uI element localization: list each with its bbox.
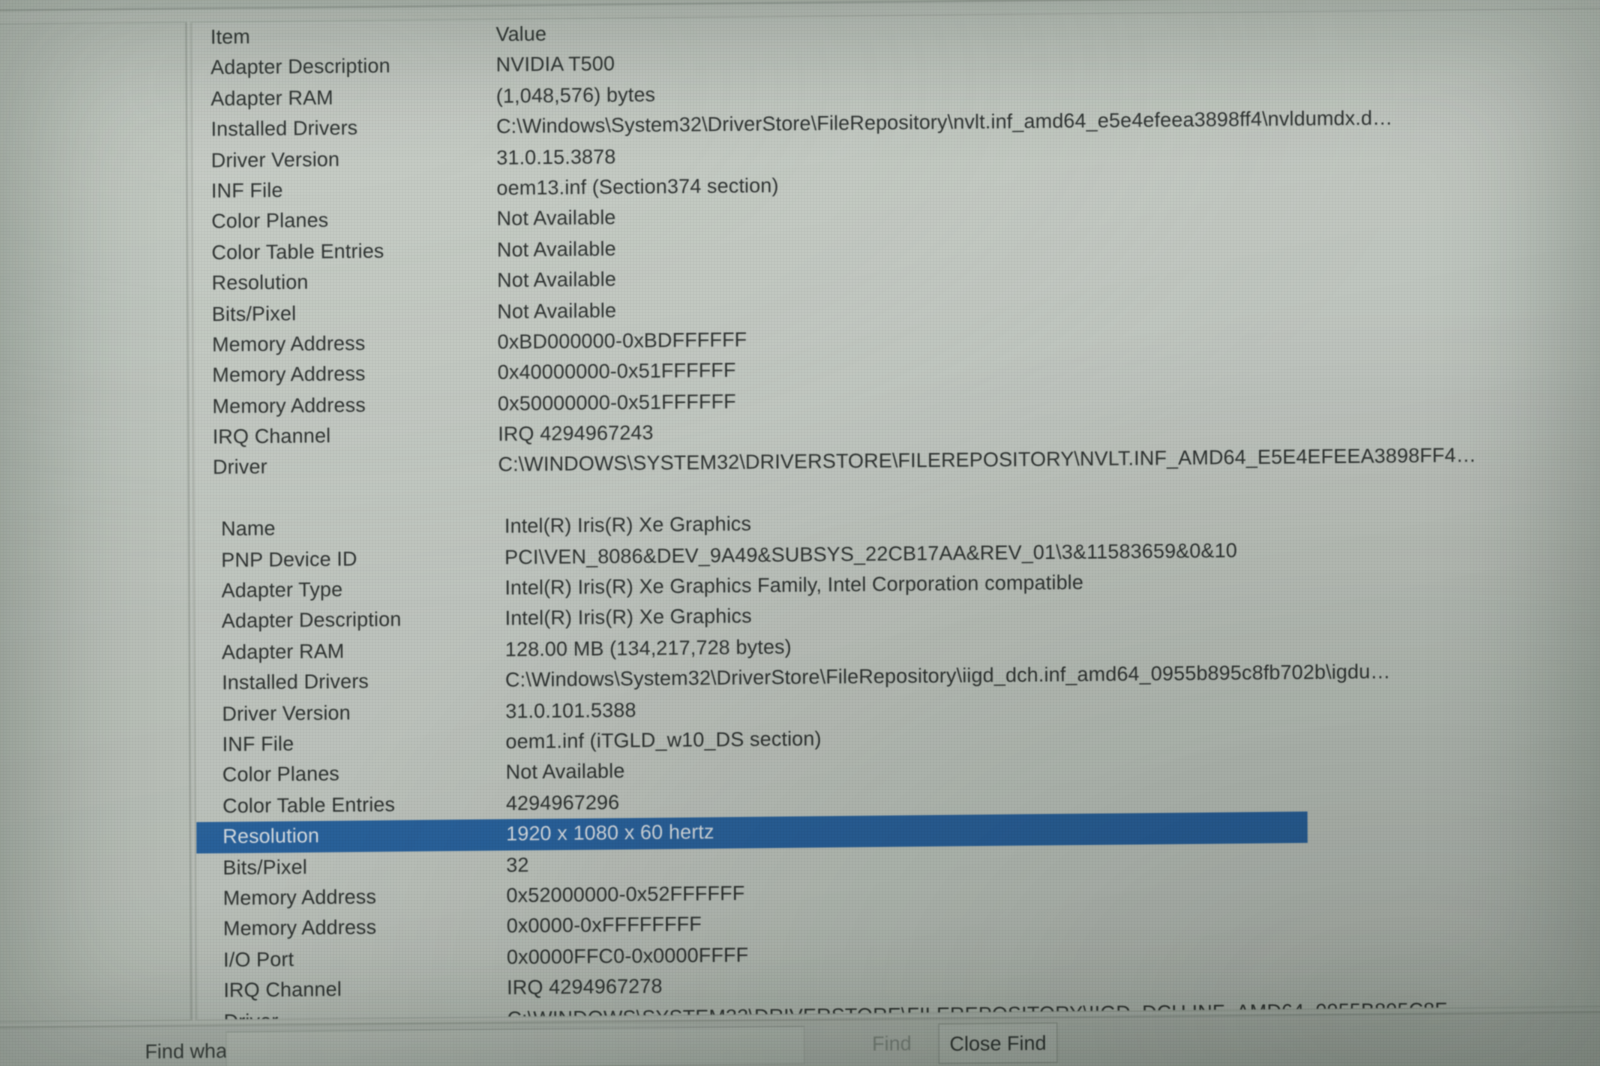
row-item-value: oem1.inf (iTGLD_w10_DS section) (505, 728, 822, 754)
row-item-label: Memory Address (212, 394, 366, 418)
row-item-label: Adapter Description (221, 609, 402, 634)
row-item-label: Adapter RAM (221, 640, 345, 664)
row-item-label: Driver Version (211, 148, 340, 172)
row-item-label: INF File (211, 179, 283, 203)
column-header-value: Value (495, 23, 547, 47)
row-item-value: Not Available (505, 760, 625, 785)
component-block-1: Item Value Adapter Description NVIDIA T500 A… (192, 9, 1600, 484)
row-item-value: Not Available (497, 268, 617, 293)
row-item-value: (1,048,576) bytes (496, 83, 656, 108)
row-item-value: 128.00 MB (134,217,728 bytes) (505, 636, 792, 662)
close-find-button[interactable]: Close Find (938, 1022, 1058, 1065)
navigation-tree-pane[interactable] (0, 21, 193, 1023)
row-item-value: 1920 x 1080 x 60 hertz (506, 821, 715, 846)
row-item-value: Intel(R) Iris(R) Xe Graphics (504, 605, 752, 631)
row-item-value: 0x40000000-0x51FFFFFF (497, 359, 737, 385)
row-item-label: Driver (224, 1006, 279, 1020)
row-item-label: Resolution (211, 271, 309, 295)
find-button[interactable]: Find (845, 1024, 938, 1065)
row-item-value: 31.0.15.3878 (496, 145, 616, 170)
row-item-value: 0x50000000-0x51FFFFFF (497, 390, 737, 416)
row-item-label: Color Table Entries (222, 793, 396, 818)
row-item-label: Installed Drivers (221, 670, 369, 695)
row-item-label: Name (221, 518, 276, 541)
row-item-label: Memory Address (212, 363, 366, 388)
row-item-label: IRQ Channel (223, 978, 342, 1003)
row-item-label: INF File (222, 733, 294, 757)
row-item-label: Color Planes (211, 209, 329, 234)
row-item-label: Bits/Pixel (222, 856, 308, 880)
component-block-2: Name Intel(R) Iris(R) Xe Graphics PNP Devi… (195, 501, 1600, 1021)
row-item-label: I/O Port (223, 948, 294, 972)
row-item-value: oem13.inf (Section374 section) (496, 174, 779, 200)
row-item-value: IRQ 4294967278 (506, 975, 663, 1000)
row-item-label: Memory Address (222, 886, 377, 910)
row-item-label: Adapter Description (210, 55, 391, 80)
row-item-value: 0xBD000000-0xBDFFFFFF (497, 328, 748, 354)
row-item-label: Resolution (222, 825, 320, 849)
row-item-value: 0x0000-0xFFFFFFFF (506, 913, 702, 938)
row-item-label: Color Table Entries (211, 240, 385, 265)
row-item-value: Intel(R) Iris(R) Xe Graphics (504, 513, 752, 539)
detail-list-pane[interactable]: Item Value Adapter Description NVIDIA T500 A… (190, 7, 1600, 1021)
find-what-label: Find what: (144, 1040, 239, 1064)
row-item-value: Not Available (496, 237, 617, 262)
row-item-label: IRQ Channel (212, 425, 331, 449)
row-item-value: Not Available (497, 299, 617, 323)
row-item-label: Driver Version (222, 701, 351, 726)
row-item-value: 31.0.101.5388 (505, 699, 637, 723)
row-item-label: Driver (212, 456, 268, 480)
screen-photo: Item Value Adapter Description NVIDIA T500 A… (0, 0, 1600, 1066)
column-header-item: Item (210, 26, 251, 49)
row-item-label: Color Planes (222, 763, 340, 787)
row-item-label: Adapter RAM (210, 86, 334, 111)
row-item-value: NVIDIA T500 (495, 53, 615, 77)
row-item-label: Installed Drivers (210, 117, 358, 142)
row-item-value: 0x52000000-0x52FFFFFF (506, 882, 745, 908)
row-item-value: IRQ 4294967243 (497, 422, 654, 446)
detail-rows: Item Value Adapter Description NVIDIA T500 A… (192, 9, 1600, 1021)
row-item-label: Memory Address (211, 332, 366, 357)
row-item-value: 4294967296 (505, 791, 620, 815)
row-item-label: Bits/Pixel (211, 302, 297, 326)
row-item-label: PNP Device ID (221, 548, 358, 572)
row-item-value: 0x0000FFC0-0x0000FFFF (506, 944, 749, 969)
row-item-value: 32 (506, 853, 530, 877)
find-input[interactable] (225, 1025, 805, 1066)
system-information-window: Item Value Adapter Description NVIDIA T500 A… (0, 0, 1600, 1029)
row-item-label: Memory Address (223, 916, 377, 941)
row-item-value: Not Available (496, 207, 616, 231)
row-item-label: Adapter Type (221, 578, 343, 603)
